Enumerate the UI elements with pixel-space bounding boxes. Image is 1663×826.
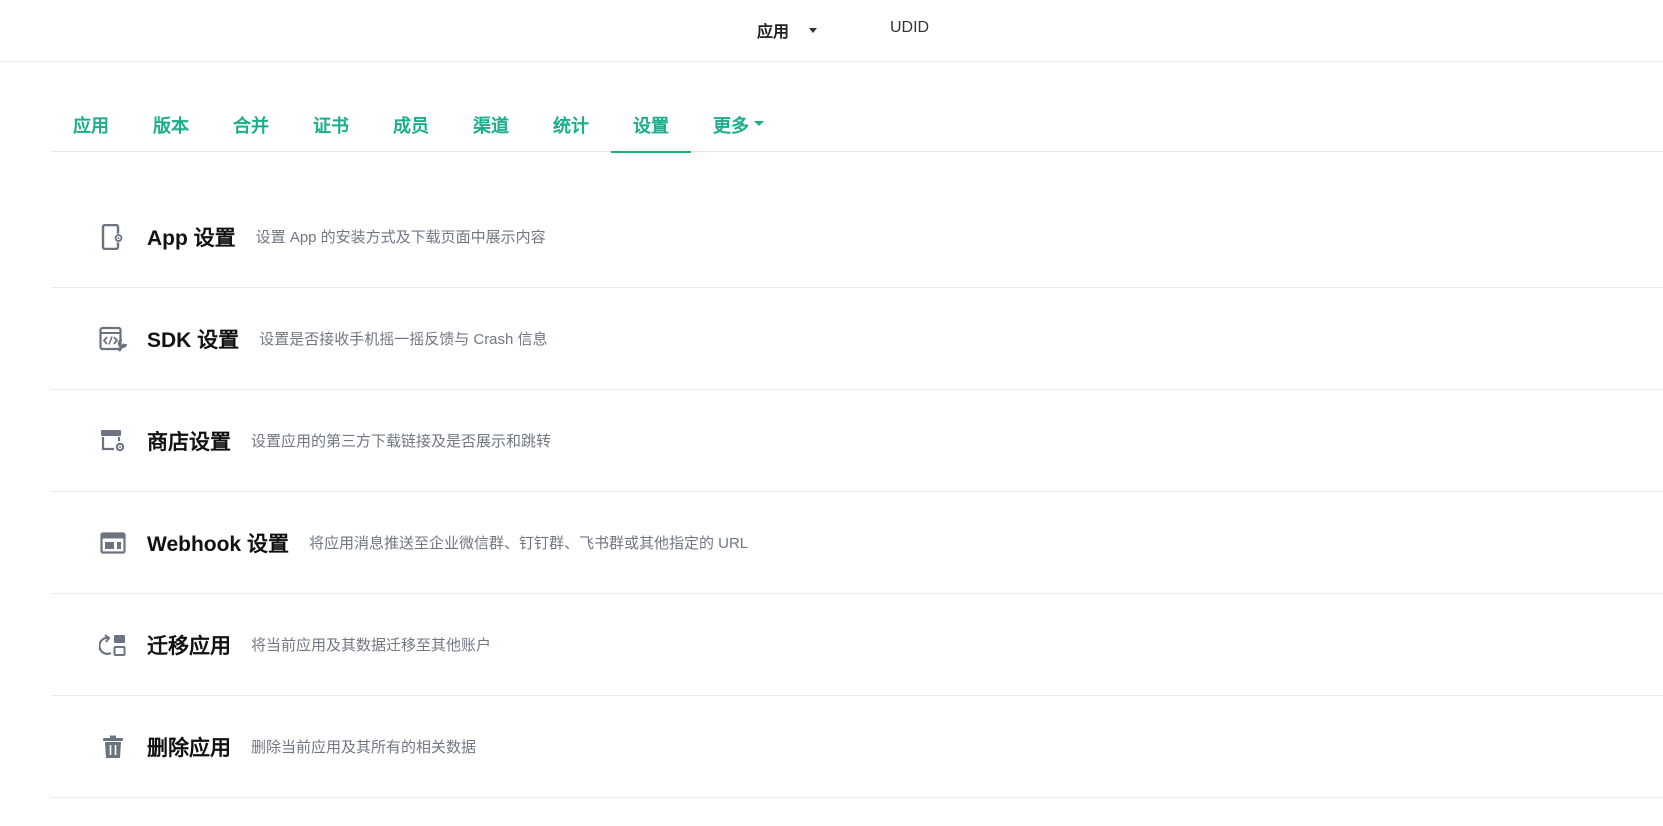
settings-item-desc: 设置 App 的安装方式及下载页面中展示内容 [255, 229, 546, 246]
tab-label: 统计 [553, 116, 589, 136]
tab-label: 渠道 [473, 116, 509, 136]
tab-label: 设置 [633, 116, 669, 136]
settings-list: App 设置 设置 App 的安装方式及下载页面中展示内容 SDK 设置 设置是… [51, 186, 1663, 798]
app-settings-icon [99, 223, 127, 251]
tab-merge[interactable]: 合并 [211, 100, 291, 152]
webhook-icon [99, 529, 127, 557]
settings-item-webhook[interactable]: Webhook 设置 将应用消息推送至企业微信群、钉钉群、飞书群或其他指定的 U… [51, 492, 1663, 594]
tab-settings[interactable]: 设置 [611, 100, 691, 153]
settings-item-app[interactable]: App 设置 设置 App 的安装方式及下载页面中展示内容 [51, 186, 1663, 288]
settings-item-desc: 设置是否接收手机摇一摇反馈与 Crash 信息 [259, 331, 548, 348]
settings-item-title: 商店设置 [147, 430, 231, 454]
caret-down-icon [754, 121, 764, 126]
migrate-icon [99, 631, 127, 659]
tab-label: 合并 [233, 116, 269, 136]
settings-item-store[interactable]: 商店设置 设置应用的第三方下载链接及是否展示和跳转 [51, 390, 1663, 492]
tab-versions[interactable]: 版本 [131, 100, 211, 152]
tab-label: 应用 [73, 116, 109, 136]
settings-item-desc: 将当前应用及其数据迁移至其他账户 [251, 637, 492, 654]
settings-item-sdk[interactable]: SDK 设置 设置是否接收手机摇一摇反馈与 Crash 信息 [51, 288, 1663, 390]
udid-link[interactable]: UDID [890, 19, 929, 37]
sdk-settings-icon [99, 325, 127, 353]
settings-item-delete[interactable]: 删除应用 删除当前应用及其所有的相关数据 [51, 696, 1663, 798]
top-navigation: 应用 UDID [0, 0, 1663, 62]
settings-item-desc: 设置应用的第三方下载链接及是否展示和跳转 [251, 433, 552, 450]
tab-statistics[interactable]: 统计 [531, 100, 611, 152]
settings-item-migrate[interactable]: 迁移应用 将当前应用及其数据迁移至其他账户 [51, 594, 1663, 696]
settings-item-title: SDK 设置 [147, 328, 240, 352]
tab-label: 成员 [393, 116, 429, 136]
app-menu-dropdown[interactable]: 应用 [757, 18, 818, 42]
tab-label: 更多 [713, 116, 749, 136]
tab-channels[interactable]: 渠道 [451, 100, 531, 152]
settings-item-desc: 将应用消息推送至企业微信群、钉钉群、飞书群或其他指定的 URL [308, 535, 749, 552]
settings-item-desc: 删除当前应用及其所有的相关数据 [251, 739, 477, 756]
tab-members[interactable]: 成员 [371, 100, 451, 152]
settings-item-title: App 设置 [147, 226, 236, 250]
settings-item-title: 删除应用 [147, 736, 231, 760]
tab-certificates[interactable]: 证书 [291, 100, 371, 152]
trash-icon [99, 733, 127, 761]
app-tabs: 应用 版本 合并 证书 成员 渠道 统计 设置 更多 [51, 100, 1663, 153]
tab-more[interactable]: 更多 [691, 100, 786, 152]
tab-label: 版本 [153, 116, 189, 136]
settings-item-title: Webhook 设置 [147, 532, 289, 556]
tab-label: 证书 [313, 116, 349, 136]
tab-app[interactable]: 应用 [51, 100, 131, 152]
settings-item-title: 迁移应用 [147, 634, 231, 658]
store-settings-icon [99, 427, 127, 455]
caret-down-icon [809, 27, 818, 33]
app-menu-label: 应用 [757, 24, 790, 41]
